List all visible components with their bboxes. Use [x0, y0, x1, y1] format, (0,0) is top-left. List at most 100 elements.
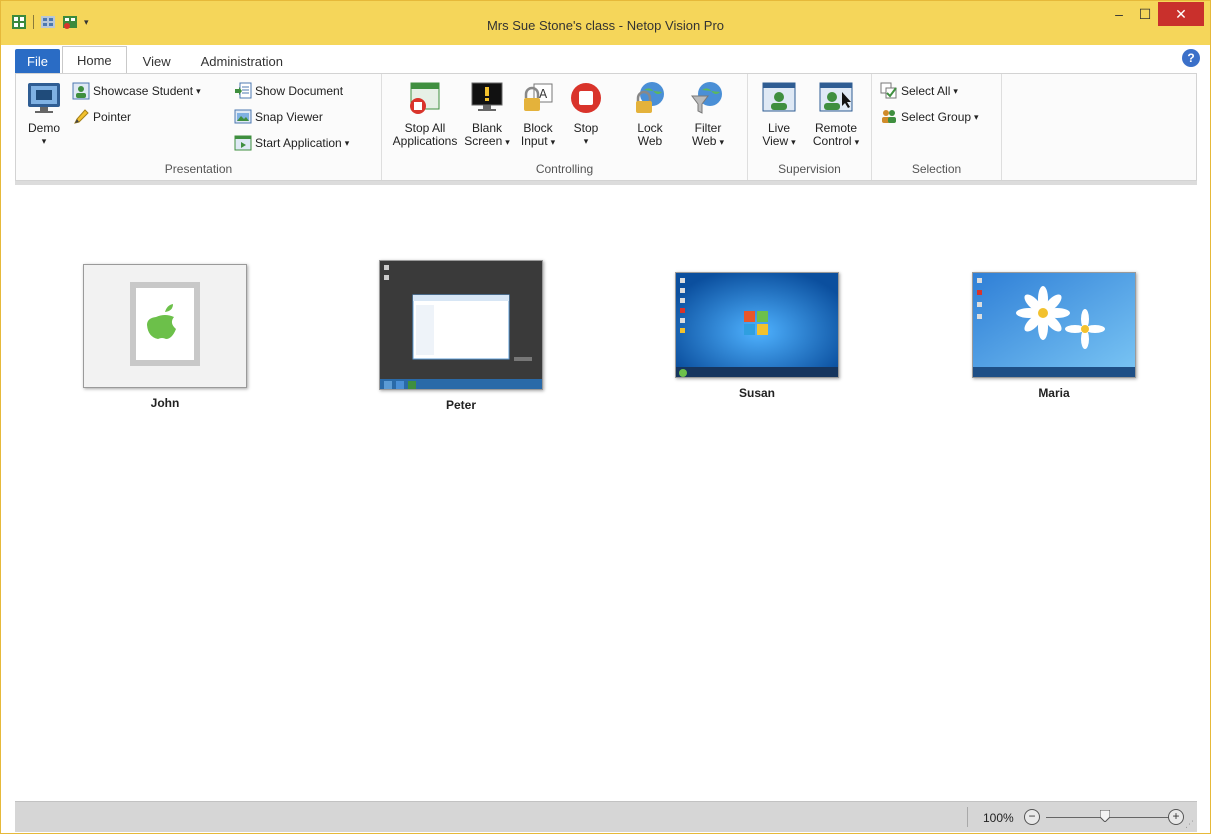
live-view-button[interactable]: Live View ▾ [756, 80, 802, 149]
student-card-maria[interactable]: Maria [972, 272, 1136, 400]
blank-screen-button[interactable]: Blank Screen ▾ [462, 80, 512, 149]
close-button[interactable]: ✕ [1158, 2, 1204, 26]
group-supervision-label: Supervision [778, 162, 841, 176]
mac-apple-icon [130, 282, 200, 366]
stop-button[interactable]: Stop ▾ [566, 80, 606, 148]
ribbon: Demo ▾ Showcase Student ▾ Pointer Show D… [15, 73, 1197, 181]
showcase-student-label: Showcase Student [93, 84, 194, 98]
group-controlling-label: Controlling [535, 162, 594, 176]
showcase-student-dropdown-arrow[interactable]: ▾ [196, 86, 201, 97]
block-input-label-2: Input [520, 134, 548, 148]
zoom-out-button[interactable]: − [1024, 809, 1040, 825]
select-all-label: Select All [901, 84, 951, 98]
live-view-label-2: View [762, 134, 789, 148]
snap-viewer-label: Snap Viewer [255, 110, 323, 124]
tab-home[interactable]: Home [61, 46, 127, 73]
status-divider [967, 807, 968, 827]
group-supervision: Live View ▾ Remote Control ▾ Supervision [748, 74, 872, 180]
snap-viewer-icon [234, 109, 252, 124]
lock-web-button[interactable]: Lock Web [630, 80, 670, 148]
live-view-dropdown-arrow[interactable]: ▾ [791, 137, 796, 147]
demo-monitor-icon [28, 83, 60, 113]
group-controlling: Stop All Applications Blank Screen ▾ A B… [382, 74, 748, 180]
resize-grip-icon[interactable]: ⋰ [1185, 819, 1194, 830]
help-button[interactable]: ? [1182, 49, 1200, 67]
student-thumbnail-maria[interactable] [972, 272, 1136, 378]
group-presentation: Demo ▾ Showcase Student ▾ Pointer Show D… [16, 74, 382, 180]
show-document-button[interactable]: Show Document [234, 80, 343, 102]
select-group-label: Select Group [901, 110, 972, 124]
lock-web-globe-icon [636, 82, 664, 113]
tab-view[interactable]: View [129, 49, 185, 73]
filter-web-globe-icon [691, 82, 722, 114]
demo-label: Demo [27, 121, 60, 135]
zoom-in-button[interactable]: + [1168, 809, 1184, 825]
tab-file[interactable]: File [15, 49, 60, 73]
demo-button[interactable]: Demo ▾ [24, 80, 64, 148]
title-bar: ▾ Mrs Sue Stone's class - Netop Vision P… [1, 1, 1210, 45]
start-application-dropdown-arrow[interactable]: ▾ [345, 138, 350, 149]
select-group-dropdown-arrow[interactable]: ▾ [974, 112, 979, 123]
window-title: Mrs Sue Stone's class - Netop Vision Pro [486, 18, 725, 33]
document-icon [235, 82, 252, 99]
demo-dropdown-arrow[interactable]: ▾ [42, 135, 47, 148]
filter-web-button[interactable]: Filter Web ▾ [686, 80, 730, 149]
stop-dropdown-arrow[interactable]: ▾ [584, 135, 589, 148]
zoom-slider-track[interactable] [1046, 817, 1176, 818]
select-group-icon [882, 110, 896, 123]
select-all-dropdown-arrow[interactable]: ▾ [953, 86, 958, 97]
pointer-button[interactable]: Pointer [72, 106, 131, 128]
filter-web-dropdown-arrow[interactable]: ▾ [719, 137, 724, 147]
student-thumbnail-peter[interactable] [379, 260, 543, 390]
filter-web-label-2: Web [692, 134, 717, 148]
start-application-icon [234, 135, 252, 151]
stop-all-applications-icon [410, 82, 440, 114]
svg-text:A: A [539, 87, 548, 101]
select-all-icon [880, 82, 897, 99]
maximize-button[interactable]: ☐ [1132, 2, 1158, 26]
status-bar: 100% − + ⋰ [15, 801, 1197, 832]
group-selection-label: Selection [911, 162, 962, 176]
student-card-susan[interactable]: Susan [675, 272, 839, 400]
stop-all-applications-button[interactable]: Stop All Applications [390, 80, 460, 148]
minimize-button[interactable]: – [1106, 2, 1132, 26]
remote-control-button[interactable]: Remote Control ▾ [808, 80, 864, 149]
show-document-label: Show Document [255, 84, 344, 98]
student-thumbnail-susan[interactable] [675, 272, 839, 378]
app-window: ▾ Mrs Sue Stone's class - Netop Vision P… [0, 0, 1211, 834]
student-name-susan: Susan [738, 386, 775, 400]
student-thumbnail-john[interactable] [83, 264, 247, 388]
student-icon [72, 82, 90, 100]
remote-control-dropdown-arrow[interactable]: ▾ [855, 137, 860, 147]
tab-administration[interactable]: Administration [187, 49, 297, 73]
windows-7-desktop-screenshot [676, 273, 838, 377]
student-name-maria: Maria [1038, 386, 1070, 400]
select-group-button[interactable]: Select Group ▾ [880, 106, 979, 128]
window-controls: – ☐ ✕ [1106, 2, 1204, 26]
student-name-john: John [150, 396, 180, 410]
blank-screen-icon [471, 82, 503, 111]
block-input-button[interactable]: A Block Input ▾ [516, 80, 560, 149]
showcase-student-button[interactable]: Showcase Student ▾ [72, 80, 201, 102]
block-input-lock-icon: A [524, 83, 553, 111]
pointer-pencil-icon [74, 109, 89, 124]
classroom-view: John Peter Susan Maria [15, 185, 1197, 800]
ribbon-tabs: File Home View Administration [15, 46, 299, 73]
live-view-icon [762, 82, 796, 112]
group-selection: Select All ▾ Select Group ▾ Selection [872, 74, 1002, 180]
blank-screen-label-2: Screen [464, 134, 503, 148]
start-application-button[interactable]: Start Application ▾ [234, 132, 349, 154]
snap-viewer-button[interactable]: Snap Viewer [234, 106, 323, 128]
zoom-slider-thumb[interactable] [1099, 810, 1110, 822]
group-presentation-label: Presentation [164, 162, 233, 176]
student-card-peter[interactable]: Peter [379, 260, 543, 412]
blank-screen-dropdown-arrow[interactable]: ▾ [505, 137, 510, 147]
zoom-level: 100% [983, 811, 1014, 825]
remote-control-label-2: Control [812, 134, 852, 148]
block-input-dropdown-arrow[interactable]: ▾ [551, 137, 556, 147]
select-all-button[interactable]: Select All ▾ [880, 80, 958, 102]
student-card-john[interactable]: John [83, 264, 247, 410]
stop-icon [571, 83, 601, 113]
stop-label: Stop [573, 121, 599, 135]
remote-control-icon [819, 82, 853, 112]
